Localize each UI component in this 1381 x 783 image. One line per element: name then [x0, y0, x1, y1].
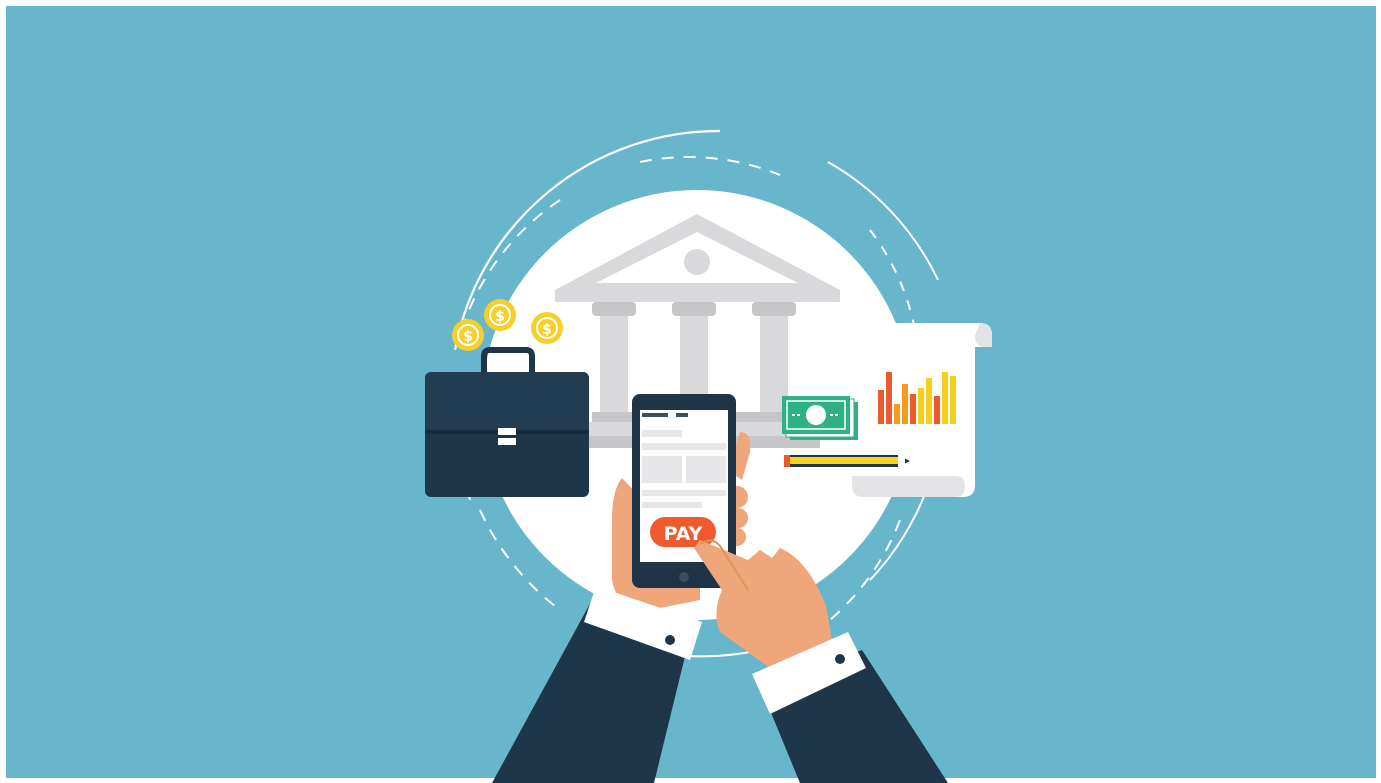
coin-icon: $	[452, 319, 484, 351]
coin-symbol: $	[542, 322, 552, 338]
cash-icon	[782, 396, 858, 440]
pencil-icon	[784, 455, 910, 467]
illustration-canvas: $ $ $ PAY	[0, 0, 1381, 783]
banking-illustration: $ $ $ PAY	[0, 0, 1381, 783]
coin-icon: $	[484, 299, 516, 331]
briefcase-icon	[425, 347, 589, 497]
coin-icon: $	[531, 312, 563, 344]
pay-button[interactable]: PAY	[650, 517, 716, 547]
pay-button-label: PAY	[664, 523, 703, 545]
report-scroll-icon	[852, 323, 992, 497]
coin-symbol: $	[495, 309, 505, 325]
coin-symbol: $	[463, 329, 473, 345]
